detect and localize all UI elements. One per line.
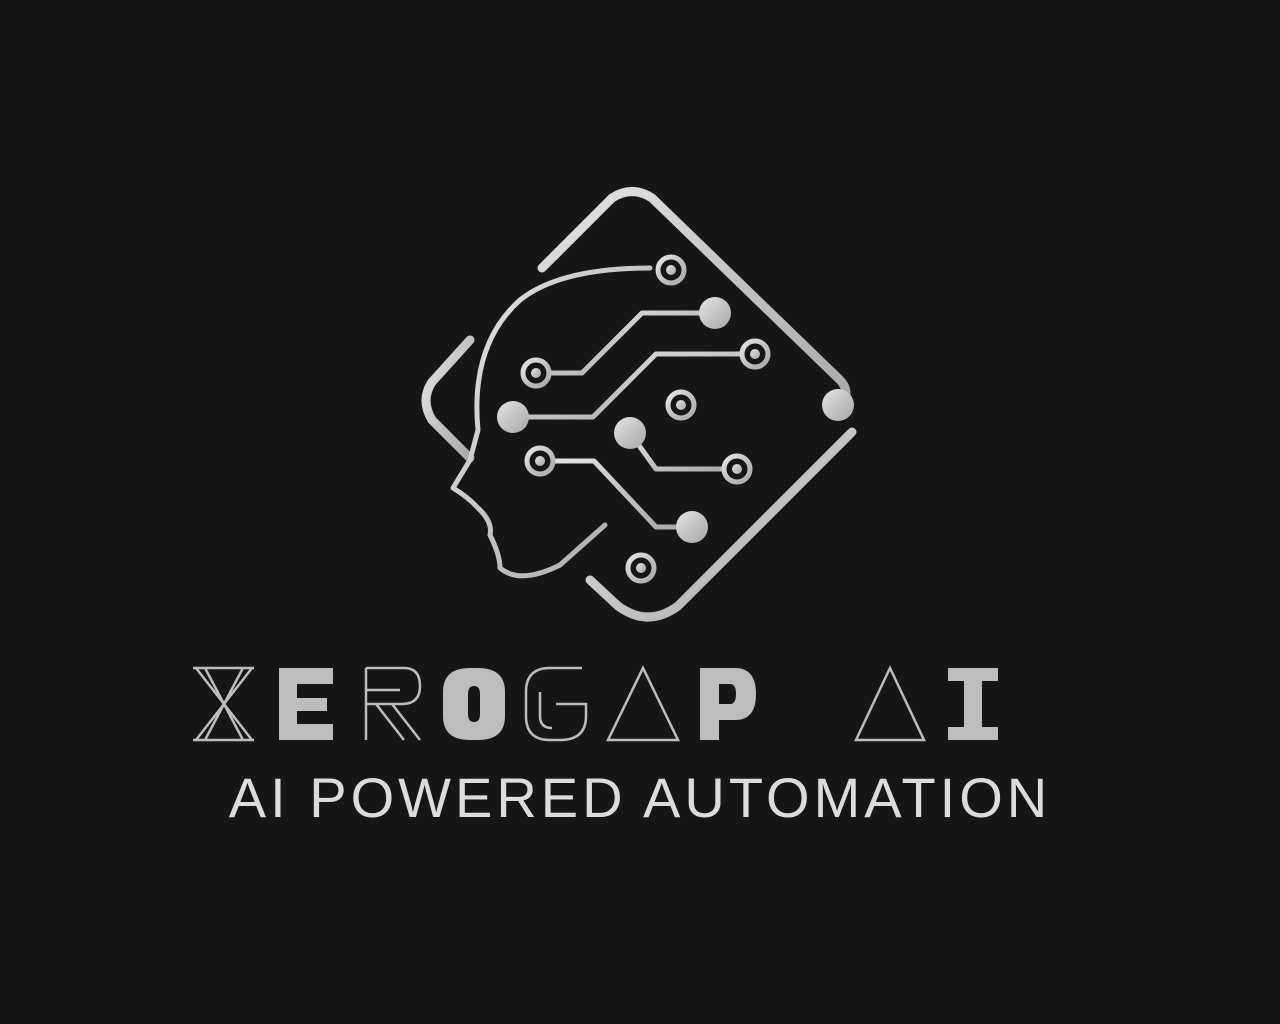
wordmark-letter-r (364, 666, 422, 741)
logo-canvas: XEROGAP AI AI POWERED AUTOMATION (0, 0, 1280, 1024)
brand-wordmark (193, 665, 998, 742)
wordmark-letter-e (279, 668, 333, 740)
wordmark-letter-x (193, 666, 254, 742)
wordmark-letter-g (524, 666, 588, 742)
wordmark-letter-o (443, 668, 505, 740)
wordmark-letter-p (700, 668, 756, 740)
wordmark-letter-i (948, 668, 998, 740)
wordmark-letter-a (606, 665, 680, 742)
wordmark-letter-a2 (854, 665, 926, 742)
tagline: AI POWERED AUTOMATION (228, 766, 1052, 829)
